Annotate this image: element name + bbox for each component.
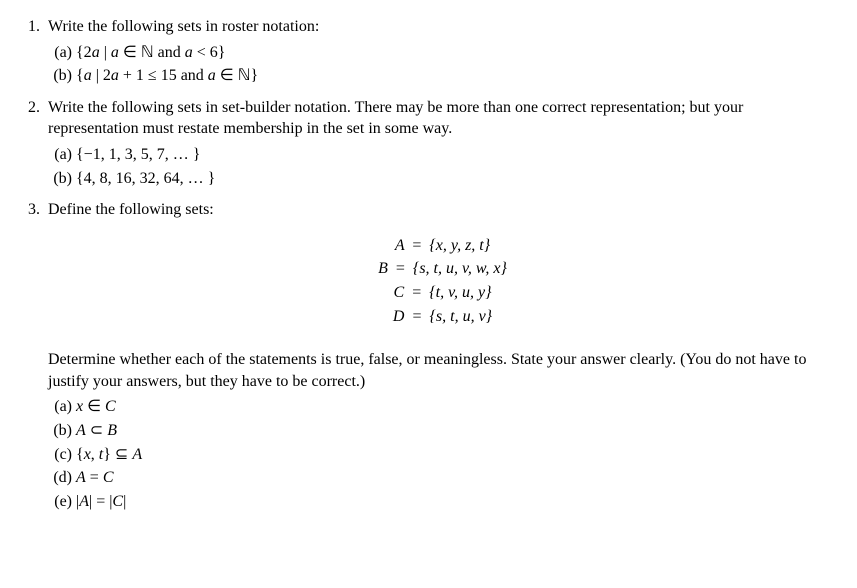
problem-1-parts: {2a | a ∈ ℕ and a < 6} {a | 2a + 1 ≤ 15 … (48, 42, 837, 87)
problem-1a-text: {2a | a ∈ ℕ and a < 6} (76, 44, 225, 61)
problem-1b: {a | 2a + 1 ≤ 15 and a ∈ ℕ} (76, 65, 837, 87)
problem-3: Define the following sets: A = {x, y, z,… (44, 199, 837, 512)
problem-2a: {−1, 1, 3, 5, 7, … } (76, 144, 837, 166)
def-D: D = {s, t, u, v} (48, 306, 837, 328)
problem-3b: A ⊂ B (76, 420, 837, 442)
problem-2a-text: {−1, 1, 3, 5, 7, … } (76, 146, 200, 163)
def-B: B = {s, t, u, v, w, x} (48, 258, 837, 280)
problem-1b-text: {a | 2a + 1 ≤ 15 and a ∈ ℕ} (76, 67, 258, 84)
problem-1a: {2a | a ∈ ℕ and a < 6} (76, 42, 837, 64)
def-C: C = {t, v, u, y} (48, 282, 837, 304)
problem-3c-text: {x, t} ⊆ A (76, 446, 142, 463)
problem-2-parts: {−1, 1, 3, 5, 7, … } {4, 8, 16, 32, 64, … (48, 144, 837, 189)
problem-list: Write the following sets in roster notat… (20, 16, 837, 512)
set-definitions: A = {x, y, z, t} B = {s, t, u, v, w, x} … (48, 235, 837, 327)
problem-3-parts: x ∈ C A ⊂ B {x, t} ⊆ A A = C |A| = |C| (48, 396, 837, 512)
problem-2b: {4, 8, 16, 32, 64, … } (76, 168, 837, 190)
problem-3d: A = C (76, 467, 837, 489)
problem-3d-text: A = C (76, 469, 113, 486)
problem-3c: {x, t} ⊆ A (76, 444, 837, 466)
problem-3a: x ∈ C (76, 396, 837, 418)
problem-1-text: Write the following sets in roster notat… (48, 16, 837, 38)
problem-2-text: Write the following sets in set-builder … (48, 97, 837, 140)
problem-3-instructions: Determine whether each of the statements… (48, 349, 837, 392)
problem-2: Write the following sets in set-builder … (44, 97, 837, 189)
problem-3b-text: A ⊂ B (76, 422, 117, 439)
problem-3e: |A| = |C| (76, 491, 837, 513)
problem-1: Write the following sets in roster notat… (44, 16, 837, 87)
problem-3e-text: |A| = |C| (76, 493, 126, 510)
problem-2b-text: {4, 8, 16, 32, 64, … } (76, 170, 215, 187)
def-A: A = {x, y, z, t} (48, 235, 837, 257)
problem-3-text: Define the following sets: (48, 199, 837, 221)
problem-3a-text: x ∈ C (76, 398, 116, 415)
